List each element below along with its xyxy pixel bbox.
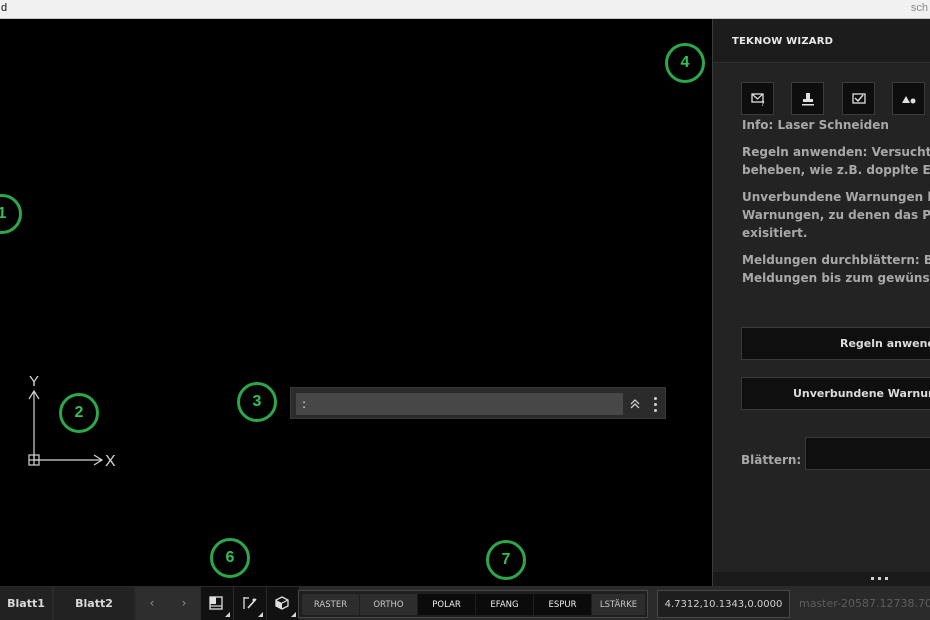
window-title-left: d [1,2,8,14]
toggle-ortho[interactable]: ORTHO [360,594,417,615]
teknow-wizard-panel: TEKNOW WIZARD ? Info: Laser Schneiden Re… [712,19,930,586]
desc-rules-line2: beheben, wie z.B. dopplte Elemen [742,163,930,177]
desc-unconnected-line2: Warnungen, zu denen das Proble [742,208,930,222]
window-titlebar: d sch [0,0,930,19]
panel-info-text: Info: Laser Schneiden [742,118,889,132]
toggle-efang-label: EFANG [490,599,519,610]
tab-blatt1-label: Blatt1 [7,597,45,610]
desc-browse-line1: Meldungen durchblättern: Bätte [742,253,930,267]
command-input[interactable] [296,393,623,415]
callout-6: 6 [210,538,250,578]
view-cube-button[interactable] [267,587,299,620]
coordinate-value: 4.7312,10.1343,0.0000 [664,598,783,610]
tool-button-check-mail[interactable] [842,82,875,115]
ucs-x-label: X [105,453,116,470]
toggle-espur-label: ESPUR [548,599,577,610]
dropdown-corner-icon [225,612,230,617]
tab-prev-button[interactable]: ‹ [136,587,168,620]
toggle-lstaerke-label: LSTÄRKE [599,599,638,610]
mail-warning-icon: ? [751,93,765,107]
status-bar: Blatt1 Blatt2 ‹ › RASTER ORTHO POLAR EFA… [0,586,930,620]
layout-button[interactable] [201,587,233,620]
dropdown-corner-icon [291,612,296,617]
desc-browse-line2: Meldungen bis zum gewünschten [742,271,930,285]
toggle-efang[interactable]: EFANG [476,594,533,615]
browse-label: Blättern: [741,453,802,467]
callout-1-label: 1 [0,205,7,222]
chevron-double-up-icon [630,399,640,409]
callout-7-label: 7 [501,551,511,568]
browse-field[interactable] [805,437,930,470]
desc-unconnected-line1: Unverbundene Warnungen lösch [742,190,930,204]
tab-blatt1[interactable]: Blatt1 [0,587,52,620]
panel-resize-handle[interactable] [713,572,930,586]
tab-blatt2-label: Blatt2 [75,597,113,610]
drafting-toggles: RASTER ORTHO POLAR EFANG ESPUR LSTÄRKE [298,590,648,618]
tool-button-shapes[interactable] [892,82,925,115]
ucs-y-label: Y [29,373,39,390]
chevron-left-icon: ‹ [149,596,155,610]
callout-7: 7 [486,540,526,580]
layout-icon [209,596,223,610]
toggle-polar-label: POLAR [432,599,461,610]
callout-4-label: 4 [680,54,690,71]
svg-text:?: ? [761,100,765,107]
tab-blatt2[interactable]: Blatt2 [54,587,134,620]
tool-button-mail-warning[interactable]: ? [741,82,774,115]
toggle-polar[interactable]: POLAR [418,594,475,615]
delete-unconnected-label: Unverbundene Warnunge [793,387,930,400]
desc-unconnected-line3: exisitiert. [742,226,808,240]
tool-button-stamp[interactable] [791,82,824,115]
stamp-icon [802,93,814,106]
toggle-raster[interactable]: RASTER [302,594,359,615]
callout-6-label: 6 [225,549,235,566]
callout-3: 3 [237,382,277,422]
panel-header: TEKNOW WIZARD [713,19,930,63]
command-line [290,387,666,419]
toggle-ortho-label: ORTHO [373,599,404,610]
toggle-lstaerke[interactable]: LSTÄRKE [592,594,645,615]
check-mail-icon [852,93,866,104]
delete-unconnected-warnings-button[interactable]: Unverbundene Warnunge [741,377,930,410]
apply-rules-label: Regeln anwenden [840,337,930,350]
toggle-raster-label: RASTER [313,599,348,610]
dropdown-corner-icon [258,612,263,617]
callout-2: 2 [59,393,99,433]
window-title-right: sch [910,2,928,14]
shapes-icon [902,96,916,104]
coordinate-readout: 4.7312,10.1343,0.0000 [657,590,790,618]
version-label: master-20587.12738.706 [799,597,930,610]
callout-4: 4 [665,43,705,83]
panel-title: TEKNOW WIZARD [732,36,834,47]
chevron-right-icon: › [181,596,187,610]
callout-2-label: 2 [74,404,84,421]
annotate-button[interactable] [234,587,266,620]
tab-next-button[interactable]: › [168,587,200,620]
annotate-icon [243,597,257,609]
apply-rules-button[interactable]: Regeln anwenden [741,327,930,360]
command-options-button[interactable] [649,394,661,414]
more-vertical-icon [649,397,661,412]
cube-icon [275,596,289,610]
command-history-toggle[interactable] [628,394,642,414]
drawing-canvas[interactable] [0,19,712,586]
desc-rules-line1: Regeln anwenden: Versucht Zeic [742,145,930,159]
callout-3-label: 3 [252,393,262,410]
toggle-espur[interactable]: ESPUR [534,594,591,615]
